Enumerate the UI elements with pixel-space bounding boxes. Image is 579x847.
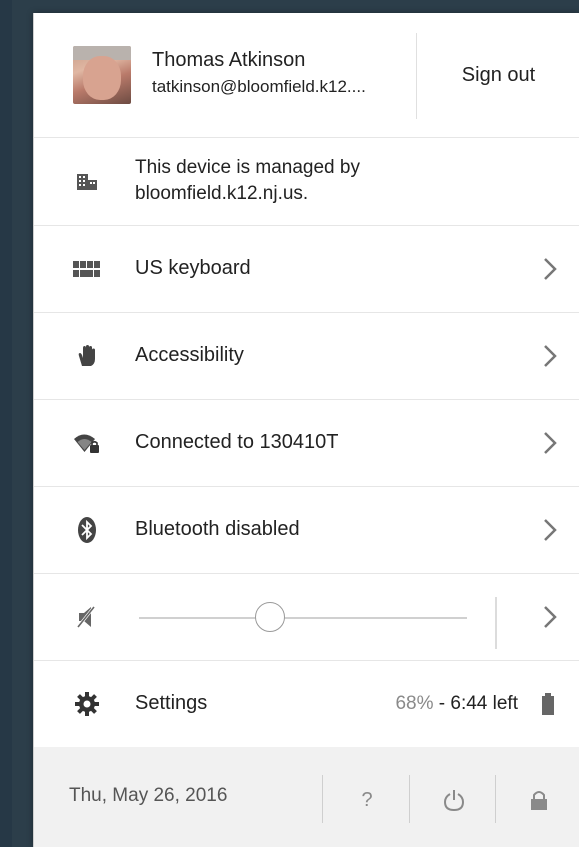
divider	[322, 775, 323, 823]
divider	[495, 775, 496, 823]
avatar	[73, 46, 131, 104]
bluetooth-icon	[72, 515, 102, 545]
keyboard-row[interactable]: US keyboard	[34, 225, 579, 313]
network-row[interactable]: Connected to 130410T	[34, 399, 579, 487]
battery-percent: 68%	[395, 692, 434, 714]
managed-device-row: This device is managed by bloomfield.k12…	[34, 137, 579, 226]
hand-icon	[72, 341, 102, 371]
chevron-right-icon	[540, 341, 560, 371]
desktop-edge	[0, 0, 12, 847]
keyboard-label: US keyboard	[135, 257, 251, 279]
user-email: tatkinson@bloomfield.k12....	[152, 77, 366, 96]
accessibility-row[interactable]: Accessibility	[34, 312, 579, 400]
chevron-right-icon[interactable]	[540, 602, 560, 632]
network-label: Connected to 130410T	[135, 431, 339, 453]
volume-row	[34, 573, 579, 661]
settings-row[interactable]: Settings 68% - 6:44 left	[34, 660, 579, 748]
sign-out-button[interactable]: Sign out	[417, 13, 579, 137]
settings-label: Settings	[135, 692, 208, 714]
battery-separator: -	[433, 692, 451, 714]
power-icon[interactable]	[439, 785, 469, 815]
gear-icon	[72, 689, 102, 719]
battery-icon	[538, 689, 558, 719]
date-label[interactable]: Thu, May 26, 2016	[69, 785, 227, 807]
help-button[interactable]: ?	[352, 785, 382, 815]
chevron-right-icon	[540, 515, 560, 545]
managed-line1: This device is managed by	[135, 157, 360, 178]
keyboard-icon	[72, 254, 102, 284]
accessibility-label: Accessibility	[135, 344, 244, 366]
bluetooth-row[interactable]: Bluetooth disabled	[34, 486, 579, 574]
divider	[495, 597, 497, 649]
user-name: Thomas Atkinson	[152, 49, 306, 71]
managed-domain: bloomfield.k12.nj.us.	[135, 183, 309, 204]
volume-mute-icon[interactable]	[72, 602, 102, 632]
battery-time-left: 6:44 left	[450, 692, 518, 714]
volume-slider-track[interactable]	[139, 617, 467, 619]
user-row: Thomas Atkinson tatkinson@bloomfield.k12…	[34, 13, 579, 138]
volume-slider-thumb[interactable]	[255, 602, 286, 632]
managed-text: This device is managed by bloomfield.k12…	[135, 155, 360, 207]
bluetooth-label: Bluetooth disabled	[135, 518, 300, 540]
divider	[409, 775, 410, 823]
chevron-right-icon	[540, 254, 560, 284]
system-tray-menu: Thomas Atkinson tatkinson@bloomfield.k12…	[33, 13, 579, 847]
battery-status: 68% - 6:44 left	[395, 693, 518, 715]
lock-icon[interactable]	[524, 785, 554, 815]
wifi-locked-icon	[72, 428, 102, 458]
building-icon	[72, 167, 102, 197]
footer-bar: Thu, May 26, 2016 ?	[34, 747, 579, 847]
chevron-right-icon	[540, 428, 560, 458]
